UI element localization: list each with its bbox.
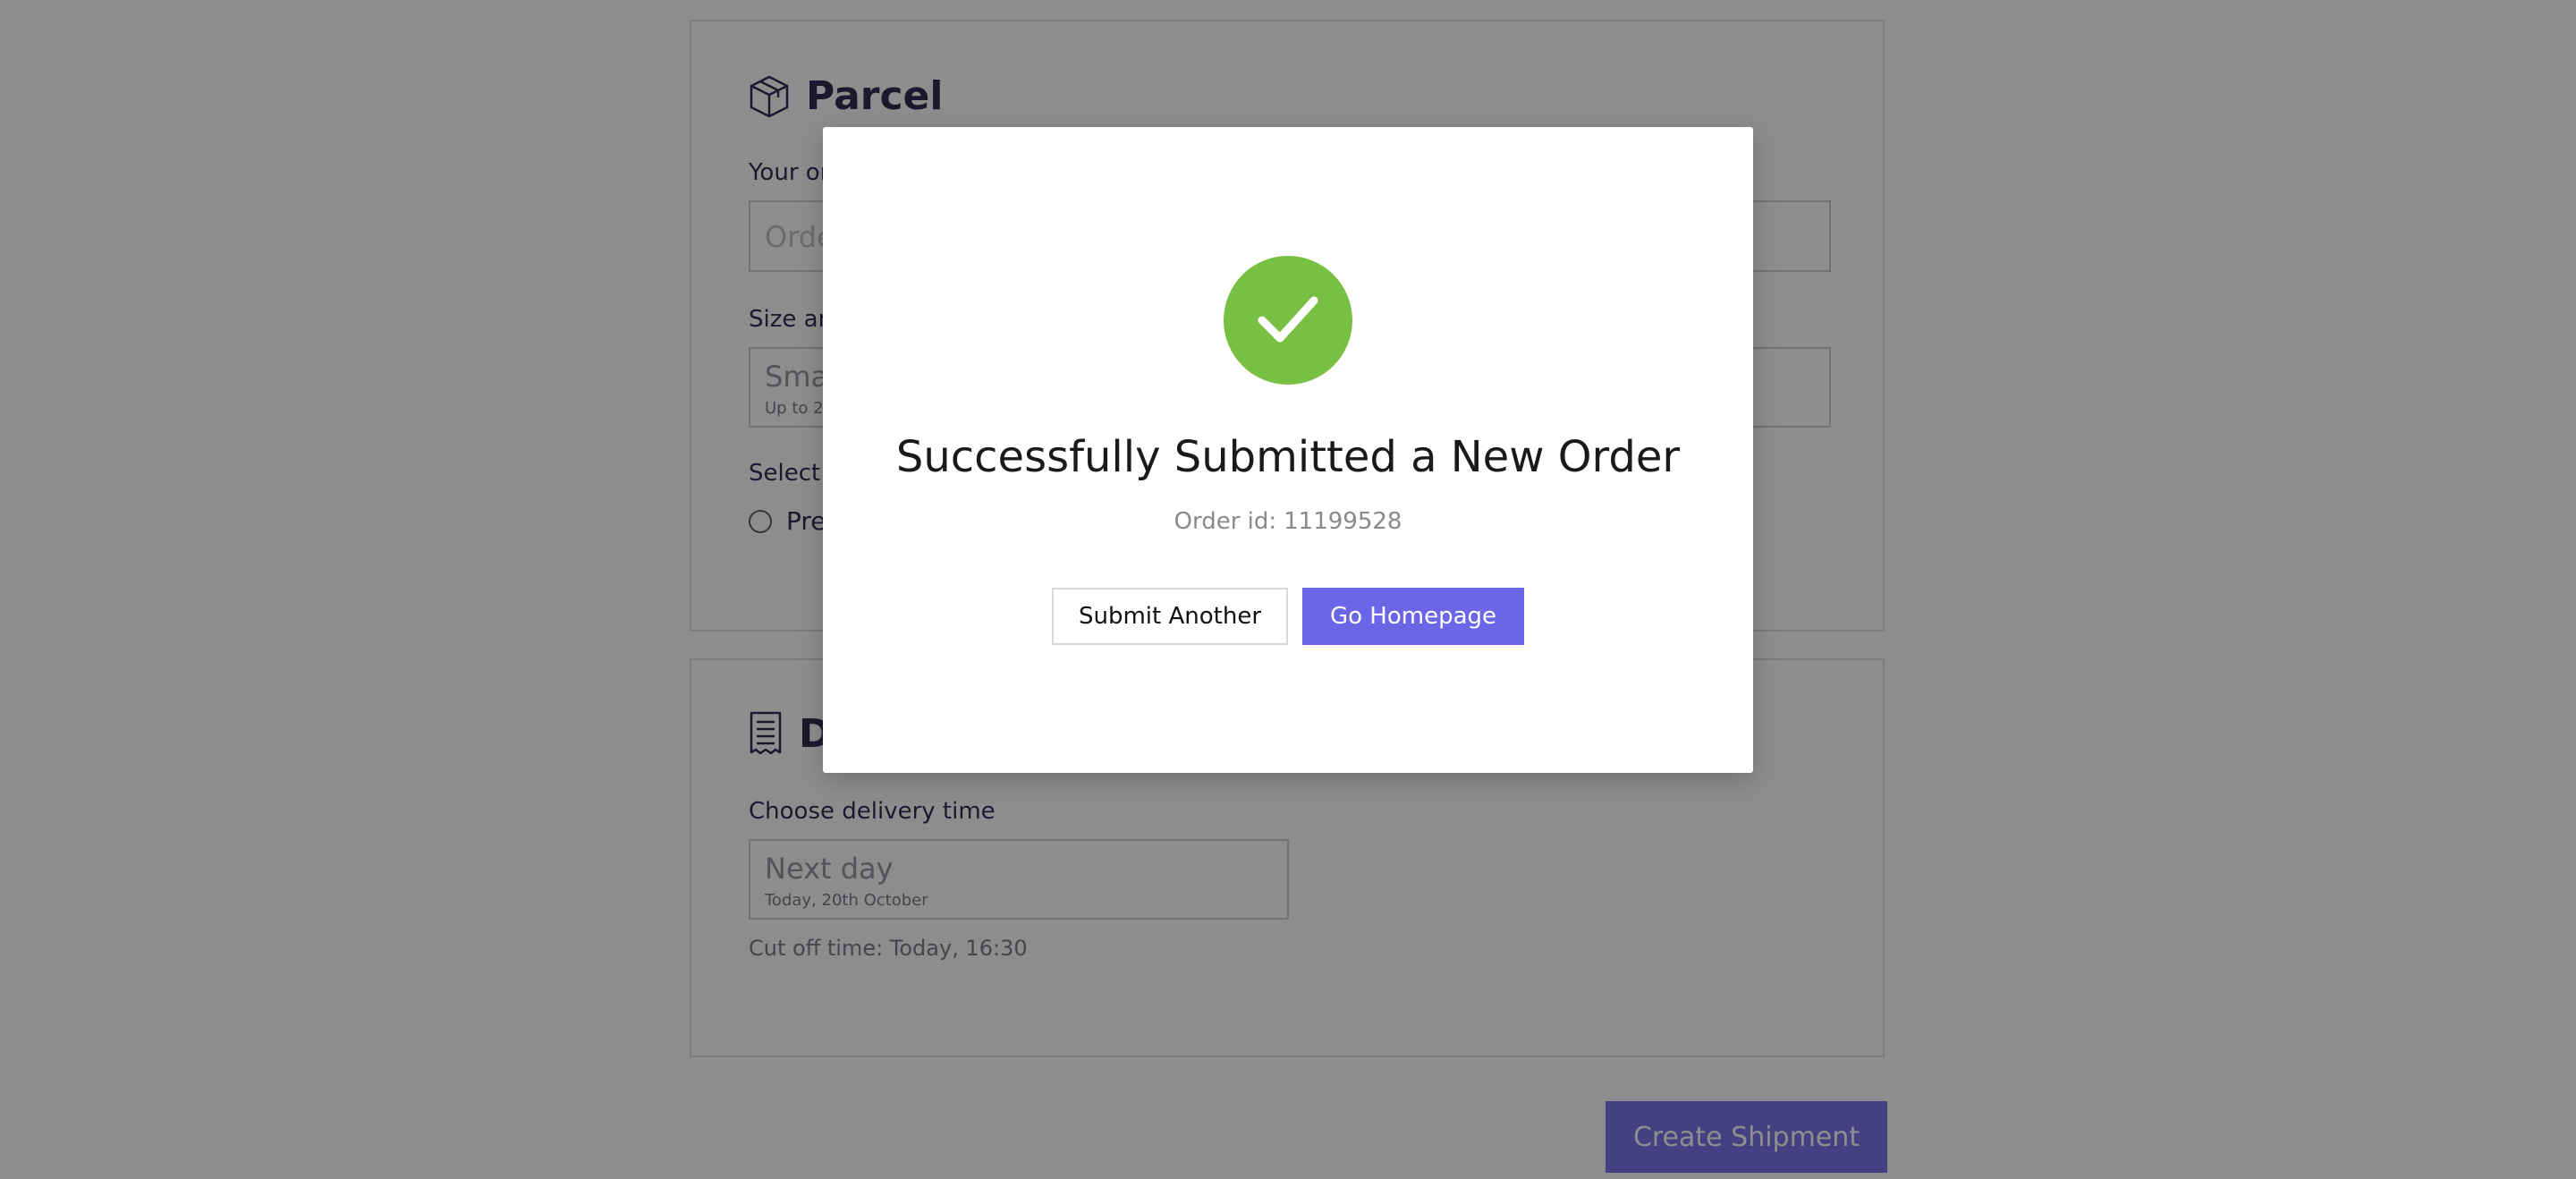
check-circle-icon: [1224, 256, 1352, 385]
success-modal: Successfully Submitted a New Order Order…: [823, 127, 1753, 773]
go-homepage-button[interactable]: Go Homepage: [1302, 588, 1524, 645]
submit-another-button[interactable]: Submit Another: [1052, 588, 1288, 645]
order-id-value: 11199528: [1284, 508, 1402, 535]
page: Parcel Your or Orde Size an Sma Up to 20…: [0, 0, 2576, 1179]
order-id-label: Order id:: [1174, 508, 1277, 535]
order-id-text: Order id: 11199528: [823, 510, 1753, 533]
modal-title: Successfully Submitted a New Order: [895, 432, 1681, 482]
